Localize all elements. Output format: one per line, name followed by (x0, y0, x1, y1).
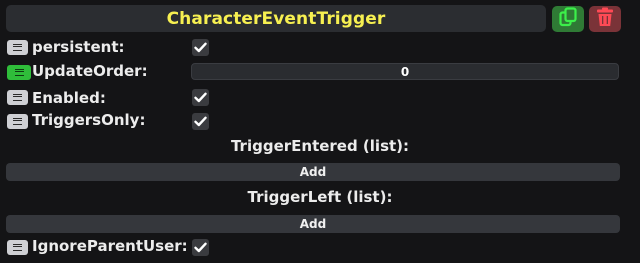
menu-icon (13, 44, 22, 51)
field-label: persistent: (32, 38, 125, 56)
duplicate-button[interactable] (552, 6, 584, 32)
update-order-input[interactable]: 0 (191, 63, 619, 80)
ignore-parent-user-checkbox[interactable] (192, 239, 209, 256)
field-label: UpdateOrder: (32, 62, 148, 80)
component-title: CharacterEventTrigger (166, 8, 386, 29)
component-inspector-panel: CharacterEventTrigger persistent: Update… (0, 0, 640, 263)
field-menu-button[interactable] (7, 90, 28, 105)
checkmark-icon (194, 242, 207, 253)
field-label: Enabled: (32, 89, 106, 107)
menu-icon (13, 244, 22, 251)
field-label: TriggersOnly: (32, 111, 146, 129)
menu-icon (14, 69, 24, 76)
checkmark-icon (194, 92, 207, 103)
field-row-persistent: persistent: (0, 37, 640, 59)
trigger-left-add-button[interactable]: Add (6, 215, 620, 233)
menu-icon (13, 118, 22, 125)
delete-button[interactable] (589, 6, 621, 32)
trigger-left-list-title: TriggerLeft (list): (247, 188, 393, 206)
checkmark-icon (194, 42, 207, 53)
trigger-entered-add-button[interactable]: Add (6, 163, 620, 181)
field-menu-button[interactable] (7, 65, 31, 80)
field-label: IgnoreParentUser: (32, 237, 188, 255)
trigger-entered-list-title: TriggerEntered (list): (230, 137, 410, 155)
checkmark-icon (194, 116, 207, 127)
field-menu-button[interactable] (7, 40, 28, 55)
persistent-checkbox[interactable] (192, 39, 209, 56)
component-header: CharacterEventTrigger (6, 5, 546, 32)
field-menu-button[interactable] (7, 114, 28, 129)
field-menu-button[interactable] (7, 240, 28, 255)
triggers-only-checkbox[interactable] (192, 113, 209, 130)
trash-icon (596, 7, 614, 31)
field-row-update-order: UpdateOrder: 0 (0, 62, 640, 84)
menu-icon (13, 94, 22, 101)
enabled-checkbox[interactable] (192, 89, 209, 106)
field-row-ignore-parent-user: IgnoreParentUser: (0, 237, 640, 259)
duplicate-icon (559, 7, 577, 31)
field-row-triggers-only: TriggersOnly: (0, 111, 640, 133)
field-row-enabled: Enabled: (0, 87, 640, 109)
